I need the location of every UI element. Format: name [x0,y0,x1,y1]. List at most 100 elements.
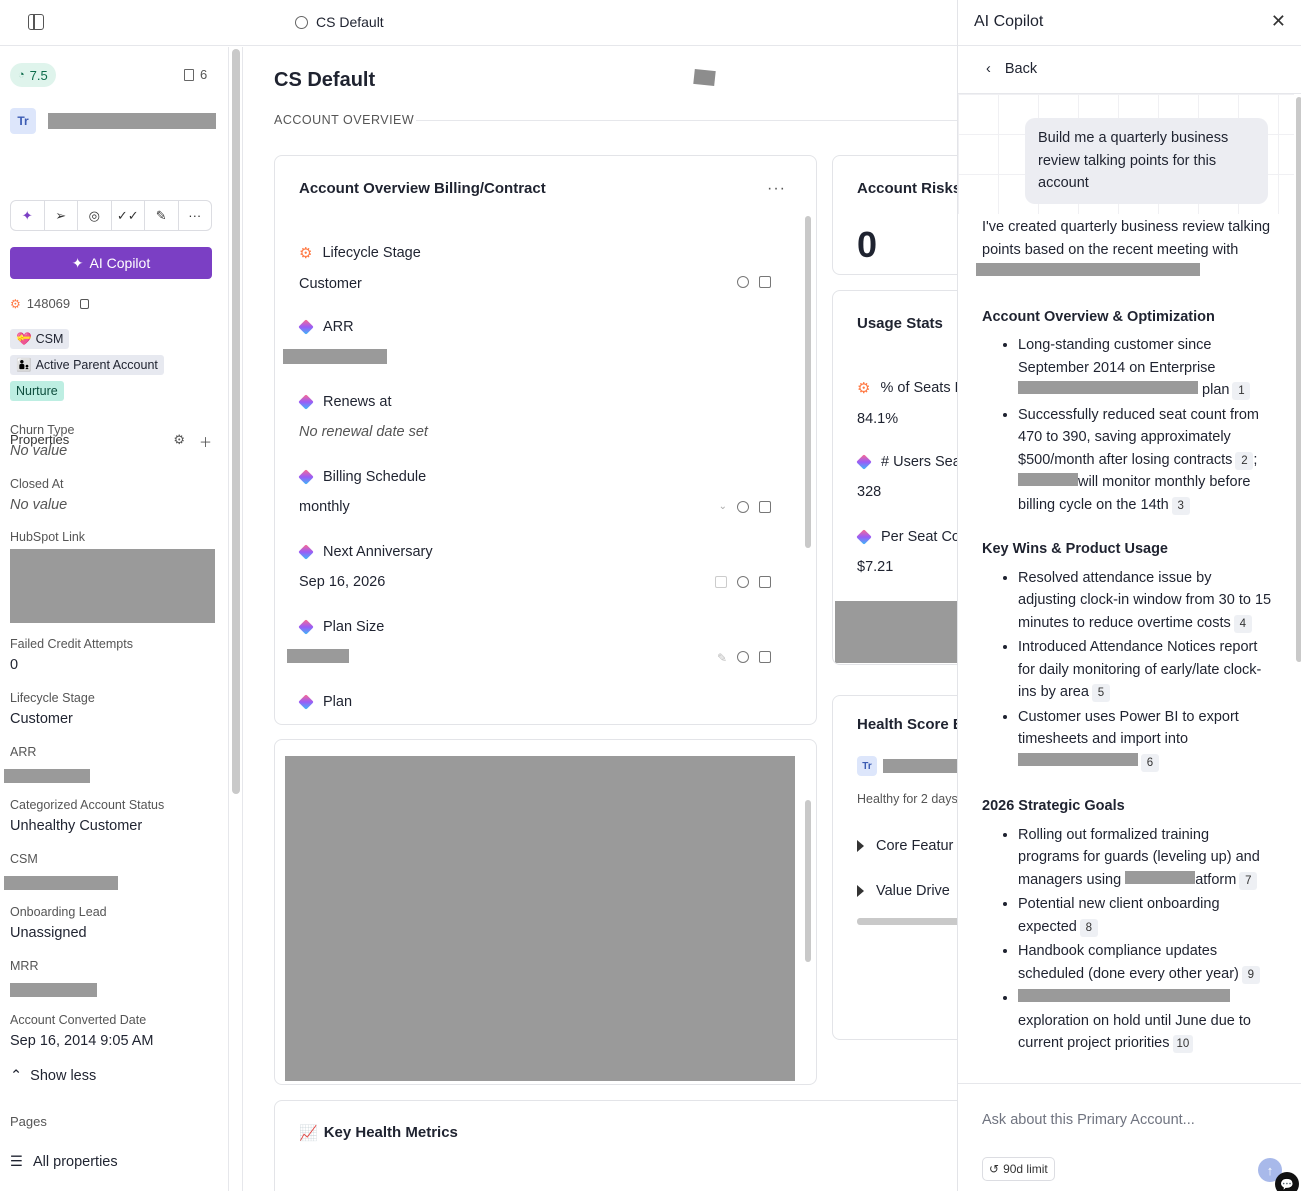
vitally-icon [298,544,314,560]
ai-copilot-label: AI Copilot [89,255,151,271]
sidebar-scroll-thumb[interactable] [232,49,240,794]
more-button[interactable]: ··· [179,201,212,230]
edit-button[interactable]: ✎ [145,201,179,230]
citation-badge[interactable]: 8 [1079,918,1098,937]
csm-redacted [4,876,118,890]
chat-input[interactable] [982,1112,1272,1128]
all-properties-link[interactable]: ☰ All properties [10,1154,118,1170]
sidebar-scrollbar[interactable] [229,47,243,1191]
prop-closed-at[interactable]: Closed At No value [10,477,220,513]
tag-csm[interactable]: 💝 CSM [10,329,70,349]
info-icon[interactable] [737,651,749,663]
chevron-down-icon[interactable]: ⌄ [719,501,727,513]
copy-icon[interactable] [80,298,90,309]
prop-lifecycle-stage[interactable]: Lifecycle Stage Customer [10,691,220,727]
info-icon[interactable] [737,276,749,288]
usage-stats-card: Usage Stats ⚙ % of Seats F 84.1% # Users … [832,290,957,665]
pages-label: Pages [10,1114,47,1129]
item-text: Potential new client onboarding expected [1018,896,1220,935]
citation-badge[interactable]: 2 [1235,451,1254,470]
prop-churn-type[interactable]: Churn Type No value [10,423,220,459]
citation-badge[interactable]: 9 [1241,965,1260,984]
field-renews-at[interactable]: Renews at No renewal date set [298,394,775,440]
prop-categorized-status[interactable]: Categorized Account Status Unhealthy Cus… [10,798,220,834]
prop-failed-credit-attempts[interactable]: Failed Credit Attempts 0 [10,637,220,673]
field-billing-schedule[interactable]: Billing Schedule monthly ⌄ [298,469,775,515]
pencil-icon[interactable]: ✎ [717,651,727,665]
prop-account-converted-date[interactable]: Account Converted Date Sep 16, 2014 9:05… [10,1013,220,1049]
close-icon[interactable]: ✕ [1271,11,1286,32]
account-id: 148069 [26,296,71,311]
field-lifecycle-stage[interactable]: ⚙ Lifecycle Stage Customer [299,244,775,292]
list-item: Long-standing customer since September 2… [1018,334,1272,402]
copy-icon[interactable] [759,501,771,513]
field-next-anniversary[interactable]: Next Anniversary Sep 16, 2026 [298,544,775,590]
citation-badge[interactable]: 7 [1239,871,1258,890]
prop-csm[interactable]: CSM [4,852,220,893]
top-bar: CS Default [0,0,957,46]
show-less-button[interactable]: ⌃ Show less [10,1068,96,1084]
field-plan[interactable]: Plan [298,694,775,710]
usage-field-users-seats[interactable]: # Users Sea 328 [856,454,957,500]
prop-onboarding-lead[interactable]: Onboarding Lead Unassigned [10,905,220,941]
sparkle-button[interactable]: ✦ [11,201,45,230]
citation-badge[interactable]: 3 [1171,496,1190,515]
tag-active-parent[interactable]: 👨‍👦 Active Parent Account [10,355,164,375]
vitally-icon [298,319,314,335]
risks-count: 0 [857,224,878,265]
support-chat-icon[interactable]: 💬 [1275,1172,1299,1191]
billing-scrollbar[interactable] [805,216,811,548]
health-account-redacted [883,759,957,773]
hubspot-icon: ⚙ [10,296,21,311]
list-item: Successfully reduced seat count from 470… [1018,404,1272,517]
field-arr[interactable]: ARR [283,319,775,367]
child-accounts-count[interactable]: 6 [184,67,207,82]
edit-icon[interactable] [693,68,716,87]
prop-hubspot-link[interactable]: HubSpot Link [10,530,220,626]
citation-badge[interactable]: 6 [1141,753,1159,772]
risks-title: Account Risks [857,180,957,197]
billing-card-title: Account Overview Billing/Contract [299,180,546,197]
field-label: # Users Sea [881,454,957,470]
send-button[interactable]: ➢ [45,201,78,230]
copy-icon[interactable] [759,651,771,663]
account-action-bar: ✦ ➢ ◎ ✓✓ ✎ ··· [10,200,212,231]
info-icon[interactable] [737,576,749,588]
usage-field-per-seat-cost[interactable]: Per Seat Co $7.21 [856,529,957,575]
expand-core-features[interactable]: Core Featur [857,838,953,854]
sidebar-toggle-icon[interactable] [28,14,44,30]
info-icon[interactable] [737,501,749,513]
history-limit-button[interactable]: ↺ 90d limit [982,1157,1055,1181]
citation-badge[interactable]: 1 [1232,382,1251,400]
calendar-icon[interactable] [715,576,727,588]
back-button[interactable]: ‹ Back [986,61,1037,77]
field-plan-size[interactable]: Plan Size ✎ [287,619,775,666]
prop-mrr[interactable]: MRR [10,959,220,1000]
field-value: Customer [299,276,362,292]
health-score-badge[interactable]: ◔ 7.5 [10,63,56,87]
usage-field-seats-filled[interactable]: ⚙ % of Seats F 84.1% [857,379,957,427]
field-label: Next Anniversary [323,544,433,560]
citation-badge[interactable]: 5 [1091,684,1110,702]
ai-copilot-panel: AI Copilot ✕ ‹ Back Build me a quarterly… [957,0,1301,1191]
health-hscrollbar[interactable] [857,918,957,925]
copy-icon[interactable] [759,576,771,588]
prop-value: Sep 16, 2014 9:05 AM [10,1033,154,1049]
breadcrumb[interactable]: CS Default [295,14,384,30]
prop-arr[interactable]: ARR [4,745,220,786]
chat-scrollbar[interactable] [1296,97,1301,662]
citation-badge[interactable]: 10 [1172,1035,1194,1053]
widget-scrollbar[interactable] [805,800,811,962]
account-avatar: Tr [10,108,36,134]
ai-copilot-button[interactable]: ✦ AI Copilot [10,247,212,279]
target-button[interactable]: ◎ [78,201,112,230]
list-icon: ☰ [10,1154,23,1170]
person-redacted [1018,473,1078,486]
more-icon[interactable]: ··· [767,180,786,198]
copy-icon[interactable] [759,276,771,288]
tag-nurture[interactable]: Nurture [10,381,64,401]
expand-label: Core Featur [876,838,954,854]
citation-badge[interactable]: 4 [1233,614,1252,633]
expand-value-drivers[interactable]: Value Drive [857,883,950,899]
tasks-button[interactable]: ✓✓ [112,201,145,230]
